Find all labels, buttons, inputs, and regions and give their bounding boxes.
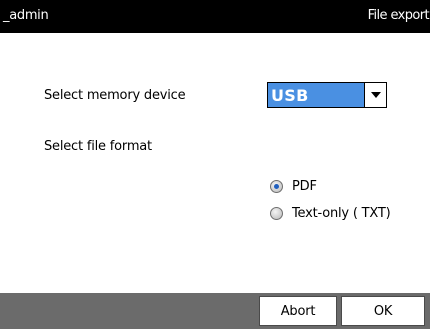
- file-format-label: Select file format: [44, 139, 152, 154]
- memory-device-select[interactable]: USB: [267, 82, 387, 108]
- format-option-txt[interactable]: Text-only ( TXT): [270, 206, 391, 221]
- file-export-window: _admin File export Select memory device …: [0, 0, 430, 329]
- dropdown-arrow-button[interactable]: [364, 83, 386, 107]
- radio-txt[interactable]: [270, 207, 283, 220]
- title-bar: _admin File export: [0, 0, 430, 33]
- logged-in-user: _admin: [3, 8, 49, 23]
- radio-txt-label: Text-only ( TXT): [292, 206, 391, 221]
- memory-device-value: USB: [271, 85, 309, 105]
- radio-pdf[interactable]: [270, 180, 283, 193]
- radio-pdf-label: PDF: [292, 179, 317, 194]
- format-option-pdf[interactable]: PDF: [270, 179, 317, 194]
- ok-button[interactable]: OK: [341, 296, 425, 326]
- memory-device-label: Select memory device: [44, 88, 186, 103]
- triangle-down-icon: [370, 92, 381, 98]
- abort-button[interactable]: Abort: [259, 296, 337, 326]
- screen-title: File export: [367, 8, 430, 23]
